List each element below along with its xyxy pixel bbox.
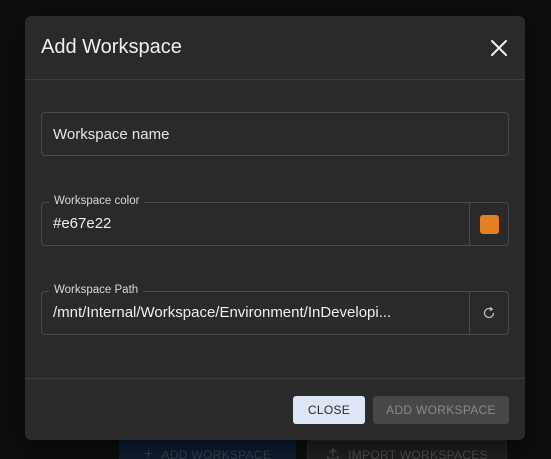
reset-path-icon: [483, 306, 495, 319]
color-picker-button[interactable]: [469, 203, 508, 245]
dialog-footer: CLOSE ADD WORKSPACE: [25, 378, 525, 440]
dialog-header: Add Workspace: [25, 16, 525, 80]
color-swatch: [479, 214, 499, 234]
workspace-name-field: [41, 112, 509, 156]
close-button[interactable]: CLOSE: [293, 396, 365, 424]
close-icon: [491, 40, 507, 56]
reset-path-button[interactable]: [469, 292, 508, 334]
workspace-path-field[interactable]: Workspace Path /mnt/Internal/Workspace/E…: [41, 284, 509, 335]
workspace-color-field[interactable]: Workspace color #e67e22: [41, 195, 509, 246]
workspace-name-input[interactable]: [42, 113, 508, 155]
workspace-path-value: /mnt/Internal/Workspace/Environment/InDe…: [53, 304, 392, 321]
close-dialog-button[interactable]: [487, 36, 511, 60]
dialog-title: Add Workspace: [41, 36, 182, 58]
workspace-color-value: #e67e22: [53, 215, 112, 232]
workspace-path-label: Workspace Path: [49, 284, 144, 296]
add-workspace-dialog: Add Workspace Workspace color #e67e22 Wo…: [25, 16, 525, 440]
workspace-color-label: Workspace color: [49, 195, 145, 207]
add-workspace-button[interactable]: ADD WORKSPACE: [373, 396, 509, 424]
